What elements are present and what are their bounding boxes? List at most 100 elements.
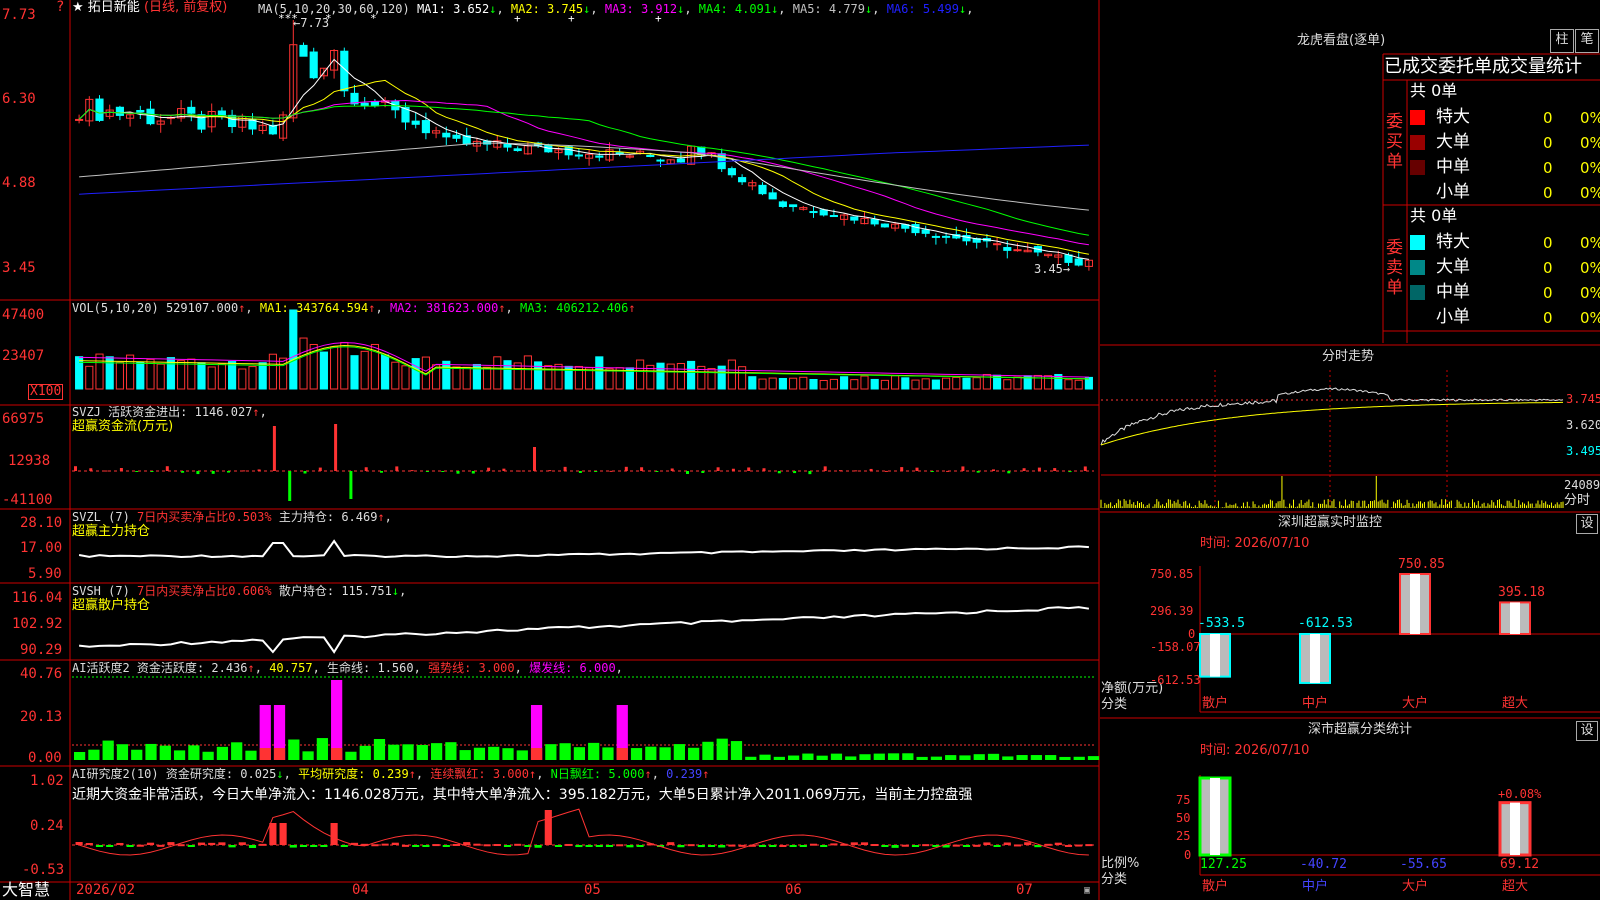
classify-time: 时间: 2026/07/10	[1200, 743, 1310, 758]
monitor-category: 大户	[1402, 696, 1429, 711]
order-pct: 0%	[1580, 109, 1600, 127]
monitor-bar	[1210, 634, 1220, 677]
classify-value: -40.72	[1300, 857, 1347, 872]
vol-legend-item: MA3: 406212.406	[520, 301, 629, 315]
ma-legend-item: MA6: 5.499	[879, 2, 959, 16]
activity-bar	[502, 748, 514, 760]
candle-body	[360, 102, 369, 107]
research-bar	[575, 845, 583, 848]
fund-flow-bar	[793, 471, 797, 474]
monitor-ytick: 0	[1188, 627, 1196, 641]
order-count: 0	[1543, 109, 1553, 127]
candle-body	[421, 120, 430, 134]
main-hold-line	[78, 539, 1089, 558]
research-bar	[238, 842, 246, 845]
intraday-ytick: 3.620	[1566, 418, 1600, 432]
volume-bar	[350, 355, 359, 390]
intraday-vol-value: 24089	[1564, 478, 1600, 492]
monitor-settings-button[interactable]: 设	[1576, 514, 1598, 534]
volume-bar	[778, 377, 787, 390]
chart-mode[interactable]: (日线, 前复权)	[144, 0, 227, 15]
volume-bar	[126, 354, 135, 390]
classify-xlabel: 分类	[1101, 872, 1128, 887]
monitor-bar-label: 750.85	[1398, 557, 1445, 572]
classify-settings-button[interactable]: 设	[1576, 721, 1598, 741]
research-bar	[401, 844, 410, 847]
high-price-label: ←7.73	[293, 16, 330, 30]
activity-bar	[131, 749, 143, 760]
activity-bar	[1002, 756, 1014, 760]
research-bar	[1064, 844, 1073, 847]
volume-bar	[972, 377, 981, 390]
chart-canvas[interactable]	[0, 0, 1600, 900]
order-pct: 0%	[1580, 309, 1600, 327]
research-bar	[799, 845, 807, 847]
fund-flow-bar	[456, 471, 460, 474]
order-color-swatch	[1410, 235, 1425, 250]
research-bar	[677, 845, 685, 848]
volume-bar	[962, 377, 971, 390]
candle-body	[656, 159, 665, 162]
volume-bar	[442, 360, 451, 390]
help-icon[interactable]: ?	[56, 0, 64, 14]
lhb-title: 龙虎看盘(逐单)	[1297, 33, 1386, 48]
activity-bar	[673, 744, 685, 760]
candle-body	[911, 224, 920, 234]
price-ytick-4: 3.45	[2, 260, 36, 276]
x-tick: 06	[785, 882, 802, 898]
candle-body	[829, 215, 838, 218]
order-type-label: 特大	[1436, 107, 1470, 127]
svzl-ytick: 28.10	[20, 515, 63, 531]
brand-logo[interactable]: 大智慧	[2, 881, 50, 899]
ma-arrow: ↓	[865, 2, 873, 16]
classify-category: 大户	[1402, 879, 1429, 894]
star-icon[interactable]: ★	[72, 0, 84, 15]
research-bar	[463, 842, 471, 845]
volume-bar	[666, 363, 675, 390]
fund-flow-bar	[150, 471, 154, 472]
fund-flow-bar	[716, 467, 720, 471]
ai-research-ytick: 1.02	[30, 773, 64, 789]
research-bar	[534, 845, 542, 848]
fund-flow-bar	[548, 470, 552, 472]
ma-line	[78, 58, 1089, 260]
research-bar	[187, 845, 195, 847]
order-count: 0	[1543, 284, 1553, 302]
x-tick: 07	[1016, 882, 1033, 898]
vol-ytick: 47400	[2, 307, 45, 323]
stock-name[interactable]: 拓日新能	[88, 0, 140, 15]
activity-bar	[188, 745, 200, 760]
activity-bar	[316, 738, 328, 760]
fund-flow-bar	[869, 468, 873, 471]
signal-marker: *	[325, 12, 332, 25]
bar-view-button[interactable]: 柱	[1550, 29, 1574, 53]
research-bar	[860, 842, 869, 845]
volume-bar	[360, 350, 369, 390]
ma-line	[79, 142, 1089, 211]
research-bar	[157, 844, 165, 847]
research-bar	[75, 842, 83, 845]
volume-bar	[177, 360, 186, 390]
activity-bar	[630, 748, 643, 760]
activity-bar	[802, 753, 814, 760]
research-bar	[901, 844, 909, 847]
volume-bar	[768, 377, 777, 390]
ai-active-ytick: 20.13	[20, 709, 63, 725]
sell-order-label: 委卖单	[1386, 238, 1403, 298]
order-count: 0	[1543, 234, 1553, 252]
pen-view-button[interactable]: 笔	[1575, 29, 1599, 53]
volume-bar	[687, 360, 696, 390]
vol-unit-badge[interactable]: X100	[28, 384, 64, 400]
lock-icon[interactable]: ▣	[1084, 884, 1090, 898]
fund-flow-bar	[1068, 471, 1072, 473]
research-bar	[616, 844, 624, 847]
research-bar	[871, 844, 879, 847]
research-bar	[279, 823, 287, 845]
signal-marker: +	[568, 12, 575, 25]
research-bar	[228, 845, 236, 848]
volume-bar	[880, 379, 889, 390]
fund-flow-bar	[594, 471, 598, 472]
candle-body	[778, 201, 787, 207]
sell-total: 共 0单	[1410, 206, 1458, 225]
monitor-bar-label: 395.18	[1498, 585, 1545, 601]
